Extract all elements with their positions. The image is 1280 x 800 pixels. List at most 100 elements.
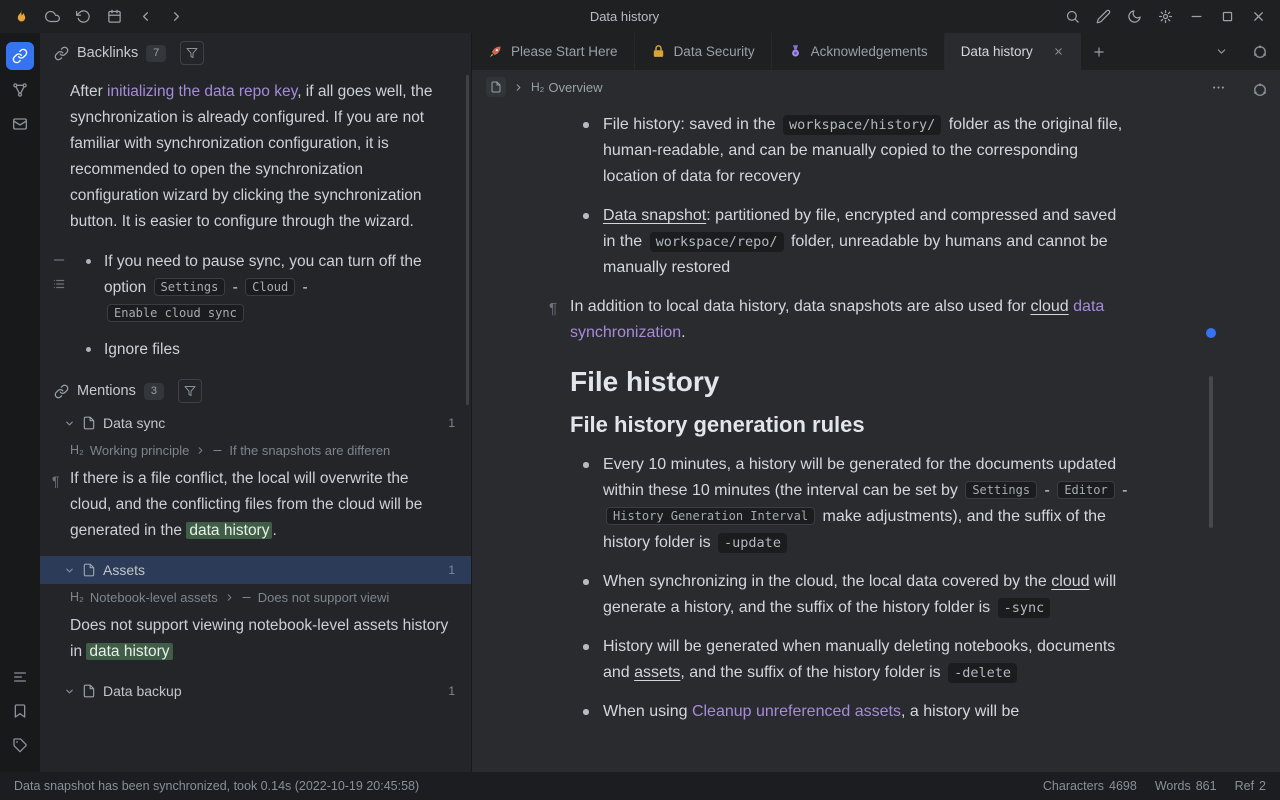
more-icon[interactable] — [1211, 80, 1226, 95]
backlinks-dock-icon[interactable] — [6, 42, 34, 70]
new-tab-button[interactable] — [1081, 33, 1117, 70]
editor-list-item[interactable]: When using Cleanup unreferenced assets, … — [570, 699, 1132, 725]
paragraph-block-icon — [52, 253, 66, 267]
backlinks-content: After initializing the data repo key, if… — [40, 73, 471, 772]
close-icon[interactable] — [1243, 4, 1274, 30]
tree-item-count: 1 — [448, 416, 455, 430]
orbit-icon[interactable] — [1251, 81, 1269, 99]
data-history-icon[interactable] — [68, 4, 99, 30]
bookmark-dock-icon[interactable] — [6, 697, 34, 725]
backlink-paragraph[interactable]: After initializing the data repo key, if… — [70, 79, 449, 235]
scroll-position-marker[interactable] — [1206, 328, 1216, 338]
theme-moon-icon[interactable] — [1119, 4, 1150, 30]
orbit-icon[interactable] — [1251, 43, 1269, 61]
editor-column: Please Start Here Data Security Acknowle… — [472, 33, 1240, 772]
daily-note-icon[interactable] — [99, 4, 130, 30]
mentions-count-badge: 3 — [144, 383, 164, 400]
editor-list-item[interactable]: When synchronizing in the cloud, the loc… — [570, 569, 1132, 621]
editor[interactable]: File history: saved in the workspace/his… — [472, 104, 1240, 772]
text-segment: When synchronizing in the cloud, the loc… — [603, 573, 1051, 590]
backlinks-filter-icon[interactable] — [180, 41, 204, 65]
chevron-down-icon[interactable] — [64, 418, 75, 429]
backlink-list-item[interactable]: If you need to pause sync, you can turn … — [70, 249, 449, 327]
heading-file-history[interactable]: File history — [570, 366, 1132, 398]
tabbar-spacer — [1117, 33, 1202, 70]
right-strip-top — [1240, 33, 1280, 70]
panel-scrollbar[interactable] — [466, 75, 469, 405]
chevron-right-icon — [195, 445, 206, 456]
text-segment: cloud — [1030, 298, 1068, 315]
graph-dock-icon[interactable] — [6, 76, 34, 104]
breadcrumb-label: Overview — [548, 80, 602, 95]
breadcrumb-item-overview[interactable]: H₂ Overview — [531, 80, 603, 95]
heading-marker: H₂ — [70, 590, 84, 604]
mention-breadcrumb[interactable]: H₂ Notebook-level assets Does not suppor… — [40, 584, 471, 610]
back-icon[interactable] — [130, 4, 161, 30]
editor-list-item[interactable]: Data snapshot: partitioned by file, encr… — [570, 203, 1132, 281]
text-segment: When using — [603, 703, 692, 720]
tab-list-chevron-icon[interactable] — [1202, 33, 1240, 70]
text-segment: - — [1118, 482, 1128, 499]
document-icon — [82, 416, 96, 430]
right-strip-body — [1240, 70, 1280, 99]
editor-list-item[interactable]: History will be generated when manually … — [570, 634, 1132, 686]
edit-icon[interactable] — [1088, 4, 1119, 30]
text-segment: After — [70, 83, 107, 100]
siyuan-logo-icon[interactable] — [6, 4, 37, 30]
text-segment: . — [681, 324, 685, 341]
block-gutter — [52, 253, 66, 291]
chevron-down-icon[interactable] — [64, 565, 75, 576]
search-icon[interactable] — [1057, 4, 1088, 30]
tab-data-security[interactable]: Data Security — [635, 33, 772, 70]
block-ref-link[interactable]: Cleanup unreferenced assets — [692, 703, 901, 720]
paragraph-icon: ¶ — [52, 468, 60, 494]
heading-marker: H₂ — [70, 443, 84, 457]
tab-please-start-here[interactable]: Please Start Here — [472, 33, 635, 70]
text-segment: - — [1040, 482, 1054, 499]
forward-icon[interactable] — [161, 4, 192, 30]
backlink-list-item[interactable]: Ignore files — [70, 337, 449, 363]
kbd-span: Enable cloud sync — [107, 304, 244, 322]
editor-list-item[interactable]: Every 10 minutes, a history will be gene… — [570, 452, 1132, 556]
mentions-filter-icon[interactable] — [178, 379, 202, 403]
heading-generation-rules[interactable]: File history generation rules — [570, 412, 1132, 438]
editor-list-item[interactable]: File history: saved in the workspace/his… — [570, 112, 1132, 190]
document-icon[interactable] — [486, 77, 506, 97]
tree-item-assets[interactable]: Assets 1 — [40, 556, 471, 584]
kbd-span: History Generation Interval — [606, 507, 815, 525]
code-span: workspace/history/ — [783, 115, 941, 135]
words-counter: Words861 — [1155, 779, 1217, 793]
tree-item-data-backup[interactable]: Data backup 1 — [40, 677, 471, 705]
titlebar-right-group — [1057, 4, 1274, 30]
settings-gear-icon[interactable] — [1150, 4, 1181, 30]
minimize-icon[interactable] — [1181, 4, 1212, 30]
tab-data-history[interactable]: Data history — [945, 33, 1081, 70]
mentions-header: Mentions 3 — [40, 373, 471, 409]
mention-excerpt[interactable]: ¶ If there is a file conflict, the local… — [40, 463, 471, 556]
editor-paragraph[interactable]: ¶ In addition to local data history, dat… — [570, 294, 1132, 346]
maximize-icon[interactable] — [1212, 4, 1243, 30]
mention-excerpt[interactable]: Does not support viewing notebook-level … — [40, 610, 471, 677]
backlinks-panel: Backlinks 7 After initializing the data … — [40, 33, 472, 772]
close-tab-icon[interactable] — [1053, 46, 1064, 57]
window-body: Backlinks 7 After initializing the data … — [0, 33, 1280, 772]
block-ref-link[interactable]: initializing the data repo key — [107, 83, 297, 100]
highlight-mark: data history — [186, 522, 272, 539]
crumb-heading: Working principle — [90, 443, 189, 458]
app-window: Data history — [0, 0, 1280, 800]
chevron-down-icon[interactable] — [64, 686, 75, 697]
tree-item-data-sync[interactable]: Data sync 1 — [40, 409, 471, 437]
ref-counter: Ref2 — [1235, 779, 1266, 793]
outline-dock-icon[interactable] — [6, 663, 34, 691]
tab-acknowledgements[interactable]: Acknowledgements — [772, 33, 945, 70]
mention-breadcrumb[interactable]: H₂ Working principle If the snapshots ar… — [40, 437, 471, 463]
characters-counter: Characters4698 — [1043, 779, 1137, 793]
highlight-mark: data history — [86, 643, 172, 660]
heading-marker: H₂ — [531, 80, 544, 94]
document-icon — [82, 563, 96, 577]
inbox-dock-icon[interactable] — [6, 110, 34, 138]
tag-dock-icon[interactable] — [6, 731, 34, 759]
editor-scrollbar[interactable] — [1209, 376, 1213, 528]
cloud-sync-icon[interactable] — [37, 4, 68, 30]
code-span: -sync — [998, 598, 1051, 618]
